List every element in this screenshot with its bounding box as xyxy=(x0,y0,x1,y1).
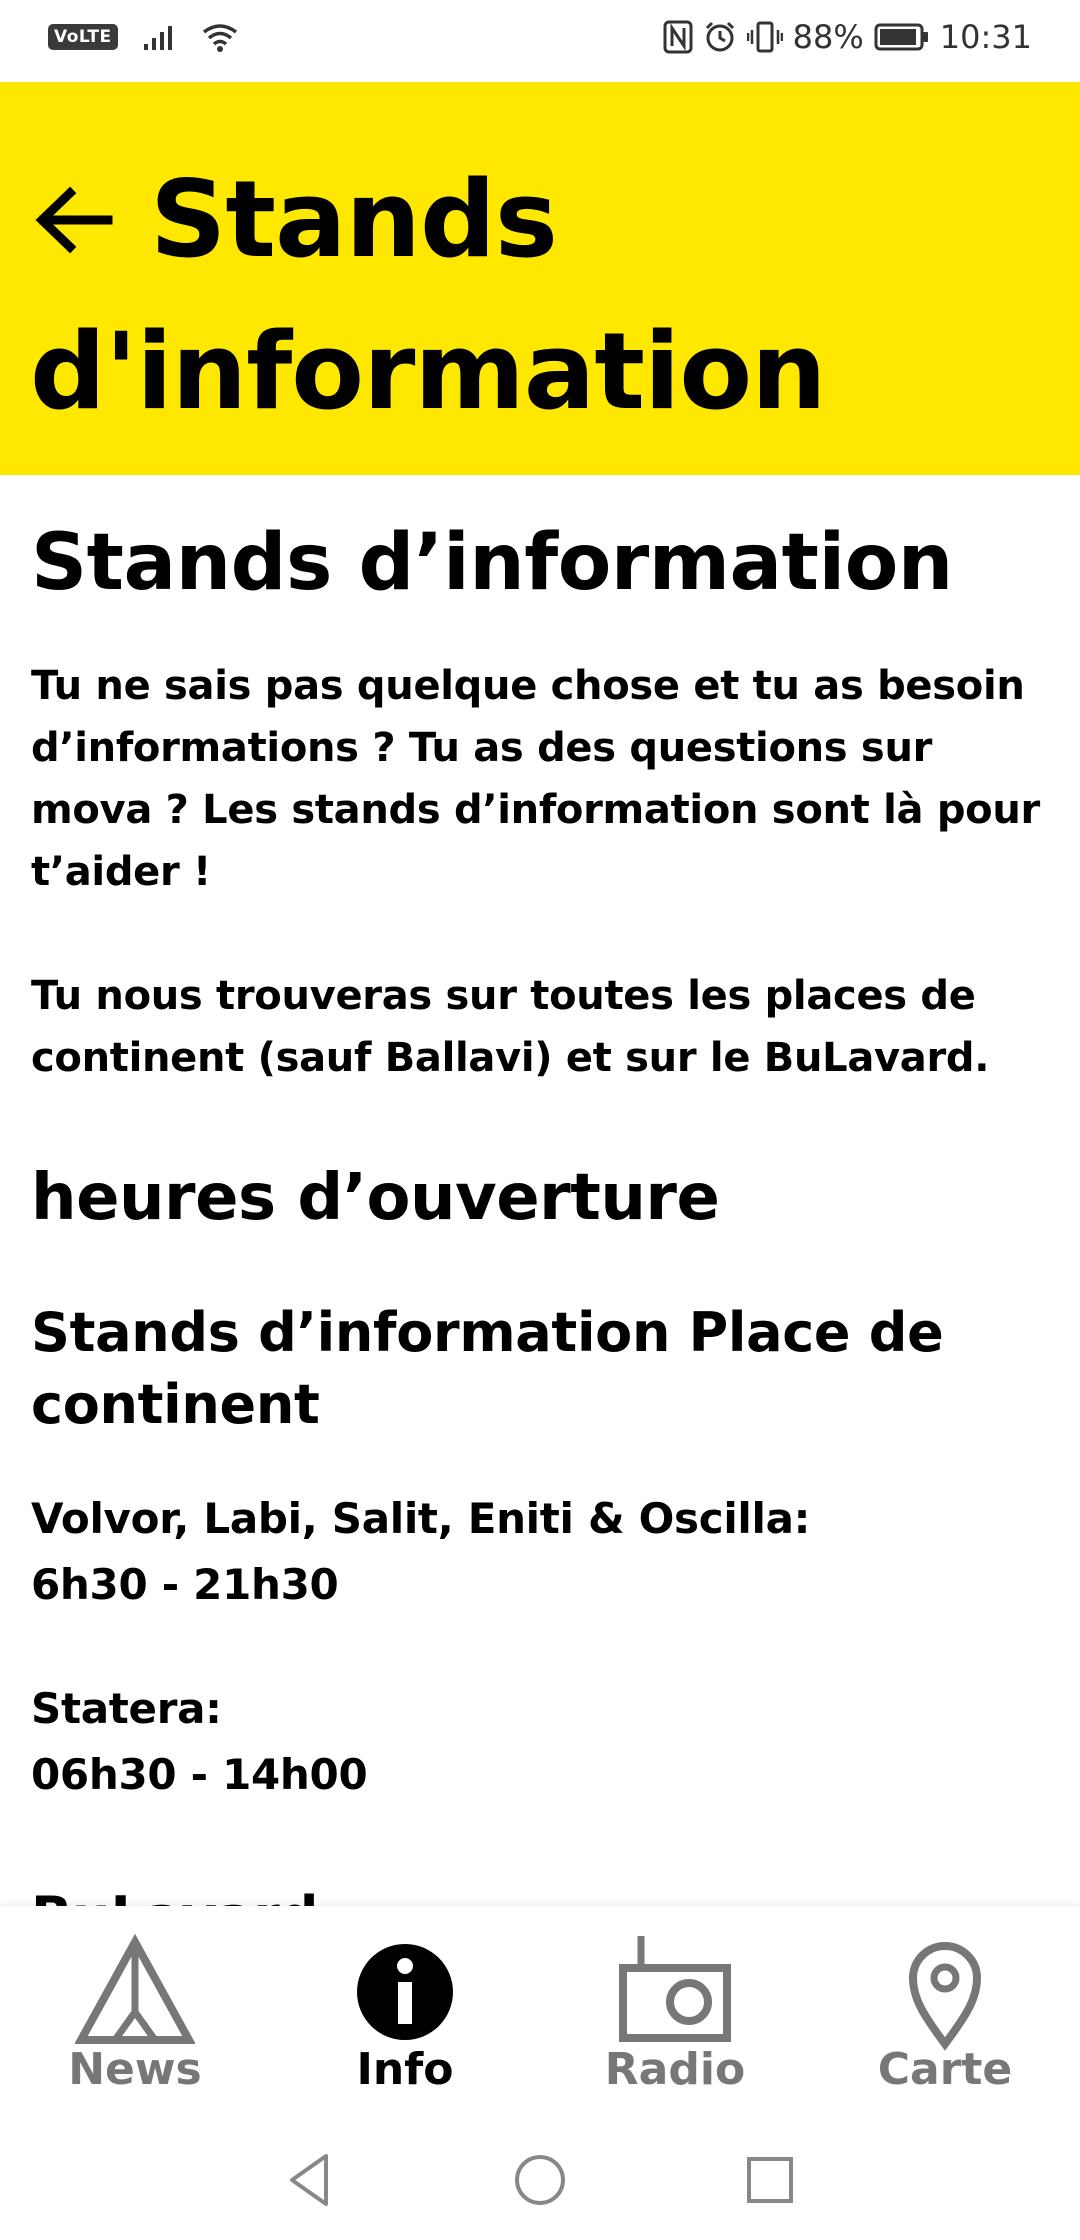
nav-label-radio: Radio xyxy=(604,2044,746,2095)
home-circle-icon[interactable] xyxy=(510,2150,570,2210)
header-title: Stands d'information xyxy=(30,158,827,433)
back-triangle-icon[interactable] xyxy=(280,2150,340,2210)
battery-percent: 88% xyxy=(792,18,864,56)
nfc-icon xyxy=(663,20,693,54)
opening-hours-heading: heures d’ouverture xyxy=(31,1161,720,1235)
vibrate-icon xyxy=(746,21,783,53)
clock: 10:31 xyxy=(939,18,1032,56)
recents-square-icon[interactable] xyxy=(740,2150,800,2210)
system-navigation-bar xyxy=(0,2120,1080,2240)
app-header: Stands d'information xyxy=(0,82,1080,475)
nav-item-radio[interactable]: Radio xyxy=(540,1906,810,2120)
statera-hours: 06h30 - 14h00 xyxy=(31,1750,368,1799)
nav-item-info[interactable]: Info xyxy=(270,1906,540,2120)
wifi-icon xyxy=(202,24,237,52)
tent-icon xyxy=(75,1933,195,2044)
location-paragraph: Tu nous trouveras sur toutes les places … xyxy=(31,973,990,1081)
nav-label-carte: Carte xyxy=(877,2044,1013,2095)
nav-label-news: News xyxy=(68,2044,202,2095)
radio-icon xyxy=(619,1936,731,2042)
nav-label-info: Info xyxy=(356,2044,454,2095)
map-pin-icon xyxy=(908,1942,982,2051)
alarm-icon xyxy=(705,21,734,52)
page-title: Stands d’information xyxy=(31,518,953,608)
bottom-navigation: News Info Radio Carte xyxy=(0,1906,1080,2120)
info-icon xyxy=(357,1944,453,2040)
places-list: Volvor, Labi, Salit, Eniti & Oscilla: xyxy=(31,1494,811,1543)
battery-icon xyxy=(874,23,928,51)
nav-item-carte[interactable]: Carte xyxy=(810,1906,1080,2120)
nav-item-news[interactable]: News xyxy=(0,1906,270,2120)
status-bar: VoLTE 88% 10:31 xyxy=(0,0,1080,82)
intro-paragraph: Tu ne sais pas quelque chose et tu as be… xyxy=(31,663,1040,895)
section-subheading: Stands d’information Place de continent xyxy=(31,1301,944,1436)
statera-label: Statera: xyxy=(31,1684,222,1733)
places-hours: 6h30 - 21h30 xyxy=(31,1560,339,1609)
signal-icon xyxy=(143,26,172,50)
volte-badge: VoLTE xyxy=(48,24,118,50)
